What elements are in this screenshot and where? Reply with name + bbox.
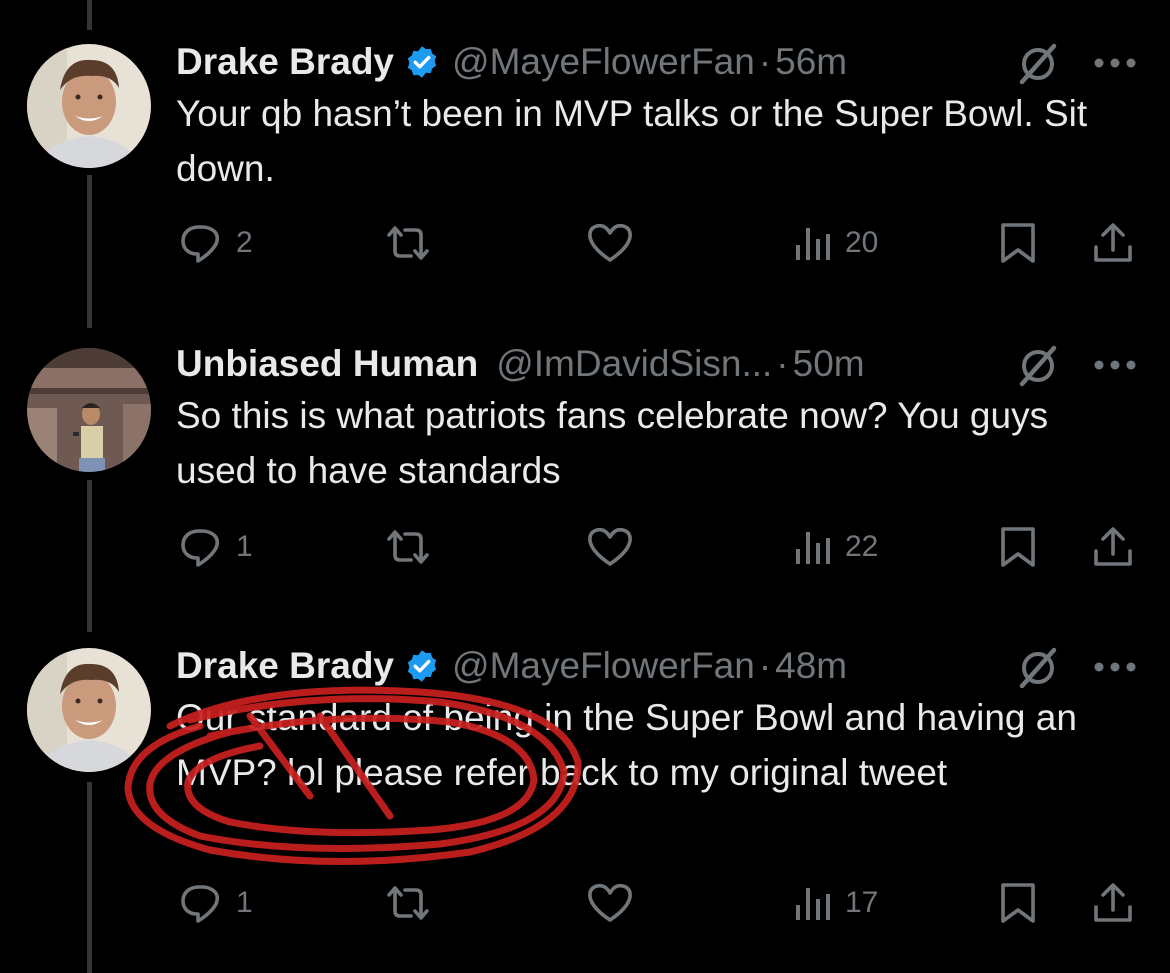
- handle[interactable]: @ImDavidSisn...: [496, 343, 772, 385]
- separator-dot: ·: [758, 645, 772, 686]
- views-button[interactable]: 17: [793, 878, 878, 928]
- separator-dot: ·: [758, 41, 772, 82]
- reply-icon: [178, 524, 224, 570]
- reply-count: 1: [236, 530, 253, 563]
- action-bar: 1 22: [0, 522, 1170, 572]
- tweet[interactable]: Drake Brady @MayeFlowerFan · 48m Our sta…: [0, 642, 1170, 942]
- bookmark-icon: [996, 880, 1040, 926]
- more-icon[interactable]: [1092, 56, 1138, 70]
- share-button[interactable]: [1090, 522, 1136, 572]
- reply-icon: [178, 880, 224, 926]
- like-button[interactable]: [585, 218, 647, 268]
- thread-line-top: [87, 0, 92, 30]
- display-name[interactable]: Unbiased Human: [176, 343, 478, 385]
- views-button[interactable]: 22: [793, 522, 878, 572]
- reply-button[interactable]: 1: [178, 878, 253, 928]
- verified-badge-icon: [404, 648, 440, 684]
- retweet-icon: [382, 880, 434, 926]
- views-icon: [793, 880, 833, 926]
- tweet[interactable]: Unbiased Human @ImDavidSisn... · 50m So …: [0, 340, 1170, 580]
- like-icon: [585, 524, 635, 570]
- avatar-photo: [27, 44, 151, 168]
- grok-icon[interactable]: [1016, 646, 1060, 690]
- handle[interactable]: @MayeFlowerFan: [452, 645, 755, 687]
- views-count: 20: [845, 226, 879, 259]
- bookmark-icon: [996, 524, 1040, 570]
- tweet-header: Drake Brady @MayeFlowerFan · 48m: [176, 642, 847, 690]
- like-icon: [585, 880, 635, 926]
- action-bar: 1 17: [0, 878, 1170, 928]
- avatar-photo: [27, 648, 151, 772]
- views-count: 22: [845, 530, 879, 563]
- timestamp[interactable]: 48m: [775, 645, 847, 687]
- display-name[interactable]: Drake Brady: [176, 41, 394, 83]
- reply-icon: [178, 220, 224, 266]
- reply-button[interactable]: 1: [178, 522, 253, 572]
- tweet-text: So this is what patriots fans celebrate …: [176, 395, 1049, 491]
- verified-badge-icon: [404, 44, 440, 80]
- tweet-text: Our standard of being in the Super Bowl …: [176, 697, 1077, 793]
- like-button[interactable]: [585, 522, 647, 572]
- tweet-header: Unbiased Human @ImDavidSisn... · 50m: [176, 340, 865, 388]
- views-count: 17: [845, 886, 879, 919]
- handle[interactable]: @MayeFlowerFan: [452, 41, 755, 83]
- action-bar: 2 20: [0, 218, 1170, 268]
- retweet-button[interactable]: [382, 878, 446, 928]
- share-button[interactable]: [1090, 218, 1136, 268]
- tweet[interactable]: Drake Brady @MayeFlowerFan · 56m Your qb…: [0, 38, 1170, 278]
- retweet-icon: [382, 524, 434, 570]
- share-icon: [1090, 880, 1136, 926]
- more-icon[interactable]: [1092, 660, 1138, 674]
- share-icon: [1090, 220, 1136, 266]
- grok-icon[interactable]: [1016, 344, 1060, 388]
- share-button[interactable]: [1090, 878, 1136, 928]
- like-icon: [585, 220, 635, 266]
- bookmark-button[interactable]: [996, 878, 1040, 928]
- avatar-photo: [27, 348, 151, 472]
- display-name[interactable]: Drake Brady: [176, 645, 394, 687]
- like-button[interactable]: [585, 878, 647, 928]
- share-icon: [1090, 524, 1136, 570]
- bookmark-button[interactable]: [996, 218, 1040, 268]
- grok-icon[interactable]: [1016, 42, 1060, 86]
- more-icon[interactable]: [1092, 358, 1138, 372]
- views-button[interactable]: 20: [793, 218, 878, 268]
- views-icon: [793, 220, 833, 266]
- avatar[interactable]: [27, 648, 151, 772]
- bookmark-button[interactable]: [996, 522, 1040, 572]
- tweet-text: Your qb hasn’t been in MVP talks or the …: [176, 93, 1088, 189]
- bookmark-icon: [996, 220, 1040, 266]
- reply-button[interactable]: 2: [178, 218, 253, 268]
- reply-count: 2: [236, 226, 253, 259]
- avatar[interactable]: [27, 44, 151, 168]
- retweet-icon: [382, 220, 434, 266]
- retweet-button[interactable]: [382, 522, 446, 572]
- separator-dot: ·: [776, 343, 789, 384]
- reply-count: 1: [236, 886, 253, 919]
- avatar[interactable]: [27, 348, 151, 472]
- tweet-header: Drake Brady @MayeFlowerFan · 56m: [176, 38, 847, 86]
- retweet-button[interactable]: [382, 218, 446, 268]
- timestamp[interactable]: 50m: [793, 343, 865, 385]
- timestamp[interactable]: 56m: [775, 41, 847, 83]
- views-icon: [793, 524, 833, 570]
